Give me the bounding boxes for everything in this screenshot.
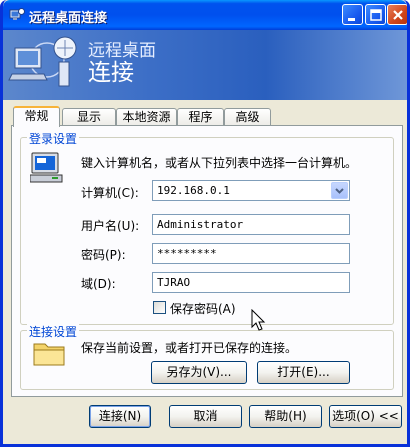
minimize-button[interactable] — [342, 4, 363, 25]
banner-title-line2: 连接 — [88, 60, 134, 86]
connection-settings-legend: 连接设置 — [27, 323, 80, 340]
remote-desktop-window: 远程桌面连接 远程桌面 连接 常规 显示 本地资源 程序 高级 登录设置 键入计… — [0, 0, 410, 447]
tab-general[interactable]: 常规 — [13, 106, 60, 127]
save-as-button[interactable]: 另存为(V)... — [151, 361, 247, 384]
tab-local-resources[interactable]: 本地资源 — [116, 108, 177, 126]
connect-button[interactable]: 连接(N) — [89, 405, 151, 428]
tab-programs[interactable]: 程序 — [177, 108, 224, 126]
domain-label: 域(D): — [81, 277, 116, 291]
domain-field[interactable]: TJRAO — [152, 272, 350, 293]
login-settings-group: 登录设置 键入计算机名，或者从下拉列表中选择一台计算机。 计算机(C): 192… — [20, 130, 394, 325]
banner: 远程桌面 连接 — [3, 30, 407, 100]
cancel-button[interactable]: 取消 — [169, 405, 242, 428]
options-button[interactable]: 选项(O) << — [329, 405, 402, 428]
computer-dropdown-button[interactable] — [331, 182, 348, 199]
general-tab-panel: 登录设置 键入计算机名，或者从下拉列表中选择一台计算机。 计算机(C): 192… — [11, 125, 403, 397]
open-button[interactable]: 打开(E)... — [257, 361, 350, 384]
title-bar[interactable]: 远程桌面连接 — [3, 0, 407, 30]
username-label: 用户名(U): — [81, 219, 140, 233]
login-settings-legend: 登录设置 — [27, 130, 80, 147]
maximize-button[interactable] — [365, 4, 386, 25]
window-title: 远程桌面连接 — [29, 11, 108, 26]
minimize-icon — [348, 18, 355, 21]
tab-advanced[interactable]: 高级 — [224, 108, 271, 126]
app-icon — [9, 8, 25, 20]
password-label: 密码(P): — [81, 248, 126, 262]
save-password-label[interactable]: 保存密码(A) — [170, 300, 236, 317]
close-button[interactable] — [387, 4, 407, 25]
computer-combobox[interactable]: 192.168.0.1 — [152, 180, 350, 201]
maximize-icon — [370, 9, 382, 21]
close-icon — [393, 10, 403, 20]
mouse-cursor-icon — [251, 309, 266, 331]
computer-value: 192.168.0.1 — [157, 184, 230, 197]
login-hint-text: 键入计算机名，或者从下拉列表中选择一台计算机。 — [81, 156, 358, 170]
computers-logo-icon — [8, 36, 77, 87]
folder-icon — [33, 343, 65, 366]
help-button[interactable]: 帮助(H) — [249, 405, 322, 428]
password-field[interactable]: ********* — [152, 243, 350, 264]
tab-display[interactable]: 显示 — [62, 108, 116, 126]
save-password-checkbox[interactable] — [153, 301, 166, 314]
computer-icon — [30, 152, 63, 183]
username-field[interactable]: Administrator — [152, 214, 350, 235]
dropdown-arrow-icon — [335, 188, 344, 194]
connection-hint-text: 保存当前设置，或者打开已保存的连接。 — [81, 341, 298, 355]
computer-label: 计算机(C): — [81, 186, 139, 200]
connection-settings-group: 连接设置 保存当前设置，或者打开已保存的连接。 另存为(V)... 打开(E).… — [20, 323, 394, 390]
